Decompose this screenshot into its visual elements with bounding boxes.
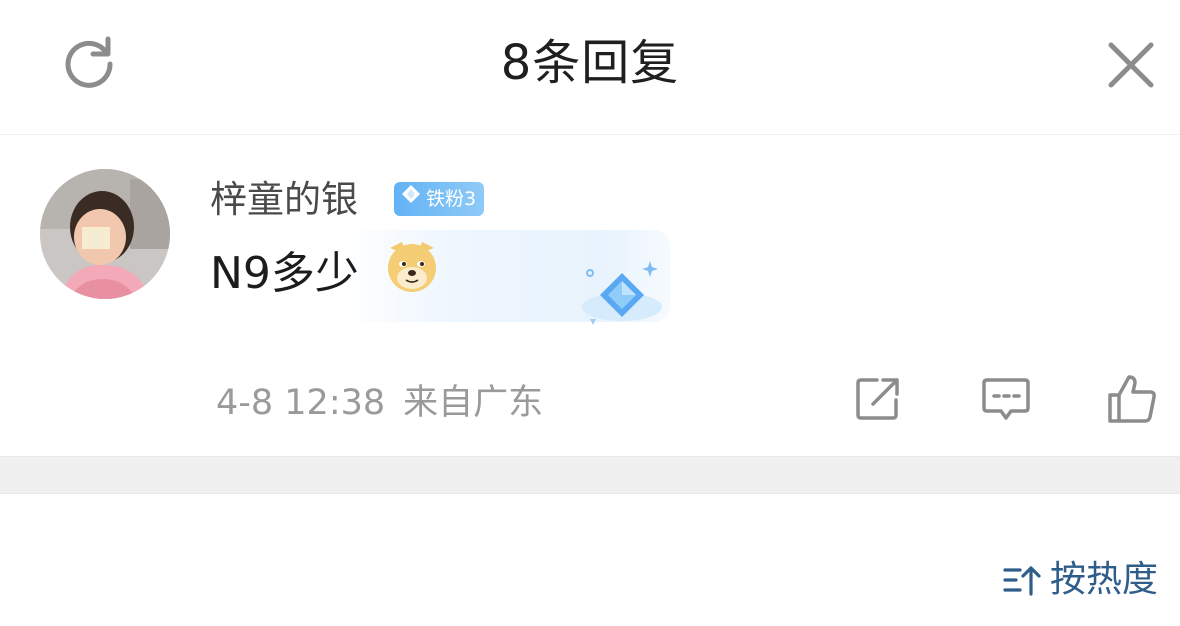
- page-title: 8条回复: [500, 35, 680, 91]
- doge-emoji-icon: [384, 238, 440, 294]
- reply-item: 梓童的银 铁粉3 N9多少 4-8 12:38 来自广东: [0, 135, 1180, 456]
- share-icon: [856, 378, 899, 420]
- fan-level-badge: 铁粉3: [394, 182, 485, 216]
- comment-button[interactable]: [978, 371, 1034, 427]
- reply-content: N9多少: [210, 248, 359, 299]
- share-button[interactable]: [850, 371, 906, 427]
- reply-detail-page: 8条回复 梓童的银 铁粉3 N9多少 4-8 12:38 来自广东 按热度: [0, 0, 1180, 626]
- avatar-photo: [40, 169, 170, 299]
- username[interactable]: 梓童的银: [210, 175, 358, 225]
- sort-icon: [1003, 566, 1041, 596]
- header-bar: 8条回复: [0, 0, 1180, 135]
- bubble-gem-icon: [574, 257, 668, 335]
- thumbs-up-icon: [1108, 375, 1156, 423]
- badge-label: 铁粉3: [426, 188, 477, 210]
- reply-time: 4-8 12:38: [216, 383, 386, 423]
- section-divider: [0, 456, 1180, 494]
- close-button[interactable]: [1100, 34, 1162, 96]
- reply-location: 来自广东: [403, 383, 544, 423]
- avatar[interactable]: [40, 169, 170, 299]
- reply-meta: 4-8 12:38 来自广东: [216, 379, 543, 427]
- like-button[interactable]: [1104, 371, 1160, 427]
- diamond-icon: [400, 182, 422, 216]
- close-icon: [1108, 42, 1154, 88]
- sort-by-popularity-button[interactable]: 按热度: [1002, 552, 1158, 608]
- sort-label: 按热度: [1049, 559, 1158, 600]
- comment-icon: [982, 378, 1030, 420]
